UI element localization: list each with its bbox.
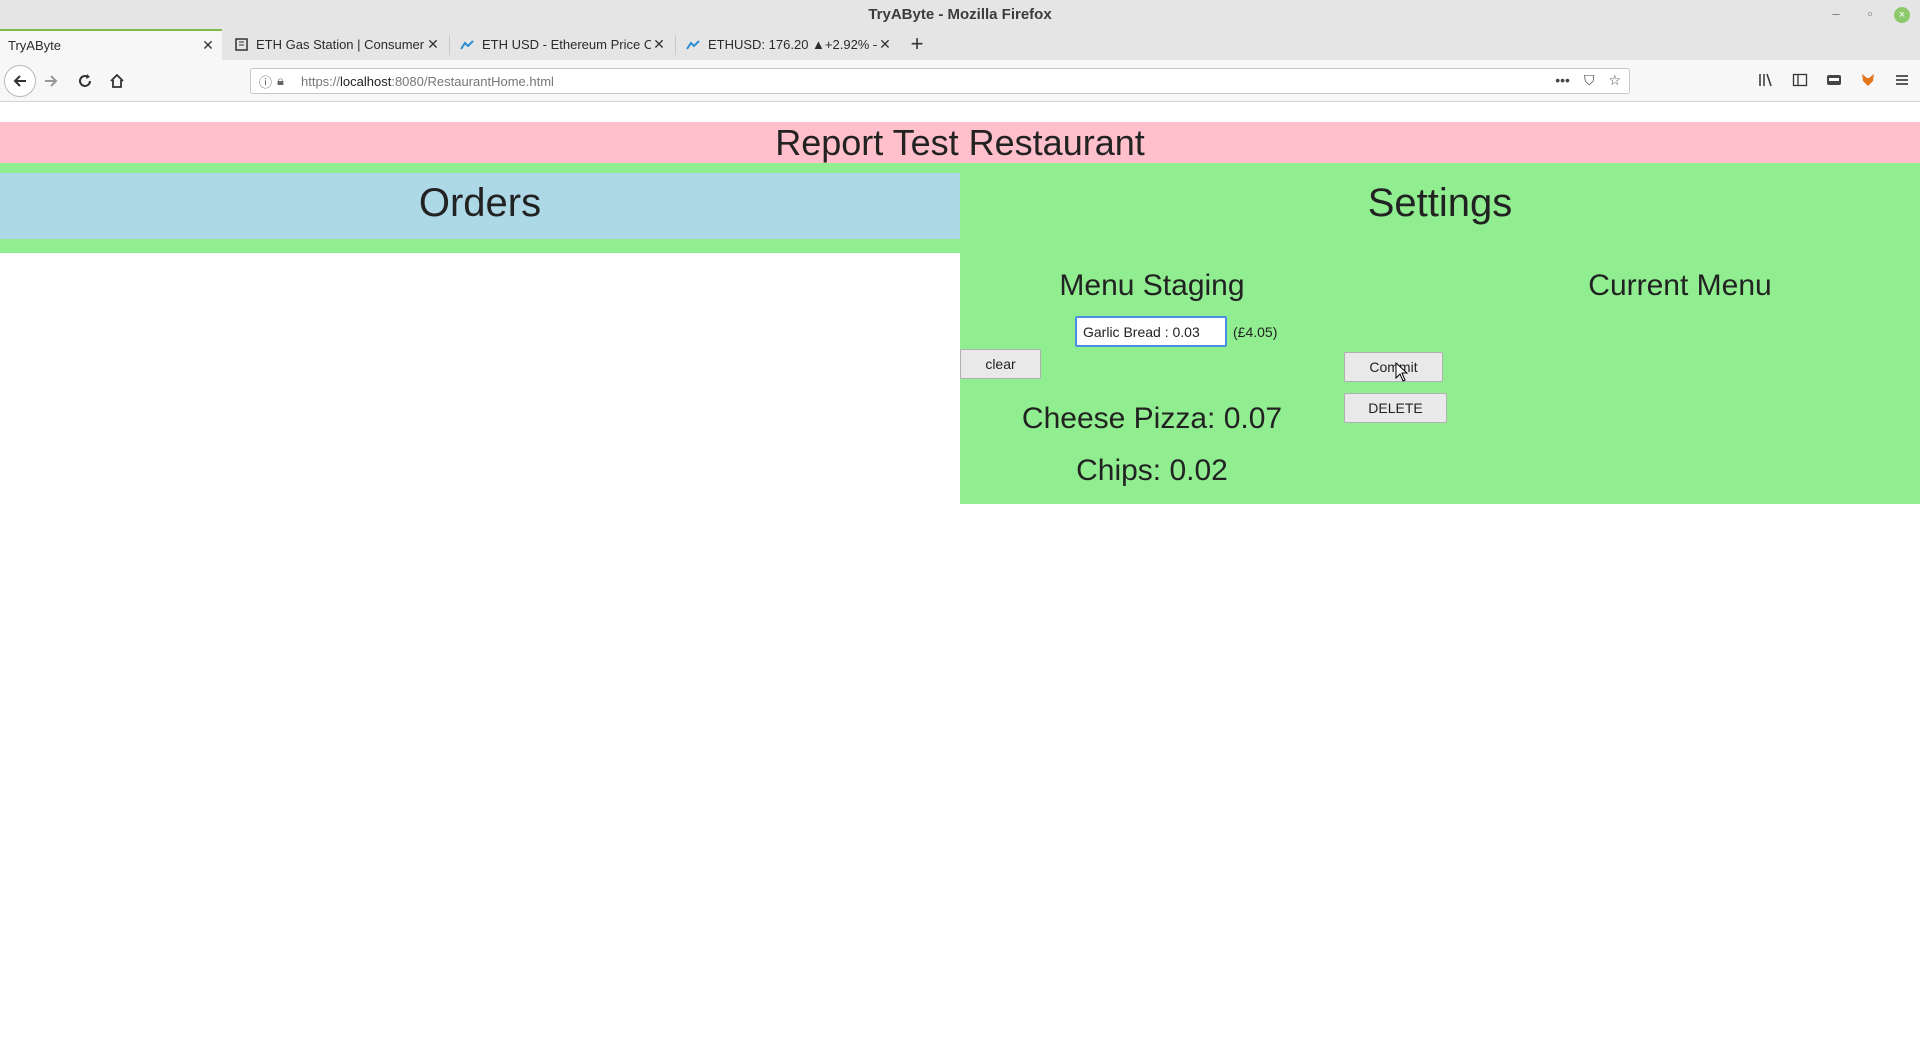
url-path: :8080/RestaurantHome.html — [391, 73, 554, 89]
back-arrow-icon — [13, 75, 26, 87]
tab-tryabyte[interactable]: TryAByte ✕ — [0, 29, 222, 60]
tab-separator — [675, 35, 676, 55]
home-button[interactable] — [104, 68, 130, 94]
window-titlebar: TryAByte - Mozilla Firefox – ▫ × — [0, 0, 1920, 29]
staged-menu-item: Chips: 0.02 — [1076, 454, 1228, 487]
window-controls: – ▫ × — [1826, 4, 1910, 24]
extension-icon[interactable] — [1824, 70, 1844, 90]
tab-label: ETH Gas Station | Consumer — [256, 37, 425, 52]
page-content: Report Test Restaurant Orders Settings M… — [0, 102, 1920, 1040]
delete-button[interactable]: DELETE — [1344, 393, 1447, 423]
settings-title: Settings — [1367, 181, 1513, 225]
lock-warning-icon[interactable]: 🔒︎ — [277, 73, 295, 89]
url-bar[interactable]: ⓘ 🔒︎ https://localhost:8080/RestaurantHo… — [250, 68, 1630, 94]
back-button[interactable] — [4, 65, 36, 97]
mouse-cursor-icon — [1395, 362, 1409, 382]
current-menu-title: Current Menu — [1588, 269, 1772, 302]
tab-eth-gas-station[interactable]: ETH Gas Station | Consumer ✕ — [225, 29, 447, 60]
tab-close-icon[interactable]: ✕ — [651, 36, 667, 53]
document-icon — [233, 37, 249, 53]
forward-arrow-icon — [45, 75, 58, 87]
url-scheme: https:// — [301, 73, 341, 89]
metamask-fox-icon[interactable] — [1858, 70, 1878, 90]
tab-ethusd-ticker[interactable]: ETHUSD: 176.20 ▲+2.92% — ✕ — [677, 29, 899, 60]
bookmark-star-icon[interactable]: ☆ — [1608, 72, 1621, 89]
gbp-price-label: (£4.05) — [1233, 324, 1278, 340]
pocket-icon[interactable]: ⛉ — [1584, 72, 1595, 89]
menu-staging-title: Menu Staging — [1059, 269, 1245, 302]
orders-title: Orders — [0, 173, 960, 239]
toolbar-right — [1756, 70, 1912, 90]
tab-label: TryAByte — [8, 38, 61, 53]
commit-button[interactable]: Commit — [1344, 352, 1443, 382]
page-actions-icon[interactable]: ••• — [1555, 72, 1570, 89]
tab-eth-usd-chart[interactable]: ETH USD - Ethereum Price Ch ✕ — [451, 29, 673, 60]
tab-close-icon[interactable]: ✕ — [425, 36, 441, 53]
reload-button[interactable] — [72, 68, 98, 94]
settings-panel: Settings Menu Staging Current Menu (£4.0… — [960, 163, 1920, 504]
home-icon — [110, 73, 124, 88]
clear-button[interactable]: clear — [960, 349, 1041, 379]
url-actions: ••• ⛉ ☆ — [1555, 72, 1621, 89]
orders-panel: Orders — [0, 163, 960, 253]
tab-bar: TryAByte ✕ ETH Gas Station | Consumer ✕ … — [0, 29, 1920, 60]
close-window-icon[interactable]: × — [1894, 7, 1910, 23]
tab-separator — [449, 35, 450, 55]
info-icon[interactable]: ⓘ — [259, 72, 277, 91]
new-tab-icon[interactable]: + — [903, 31, 931, 59]
minimize-icon[interactable]: – — [1826, 4, 1846, 24]
hamburger-menu-icon[interactable] — [1892, 70, 1912, 90]
tab-close-icon[interactable]: ✕ — [877, 36, 893, 53]
library-icon[interactable] — [1756, 70, 1776, 90]
window-title: TryAByte - Mozilla Firefox — [868, 6, 1052, 23]
tab-close-icon[interactable]: ✕ — [200, 37, 216, 54]
url-text: https://localhost:8080/RestaurantHome.ht… — [301, 74, 554, 89]
url-host: localhost — [340, 73, 392, 89]
sidebar-icon[interactable] — [1790, 70, 1810, 90]
forward-button[interactable] — [38, 68, 64, 94]
chart-site-icon — [685, 37, 701, 53]
restaurant-name-header: Report Test Restaurant — [0, 122, 1920, 163]
maximize-icon[interactable]: ▫ — [1860, 4, 1880, 24]
chart-site-icon — [459, 37, 475, 53]
tab-label: ETHUSD: 176.20 ▲+2.92% — — [708, 37, 877, 52]
nav-toolbar: ⓘ 🔒︎ https://localhost:8080/RestaurantHo… — [0, 60, 1920, 102]
tab-label: ETH USD - Ethereum Price Ch — [482, 37, 651, 52]
reload-icon — [79, 74, 91, 87]
menu-item-input[interactable] — [1075, 316, 1227, 347]
staged-menu-item: Cheese Pizza: 0.07 — [1021, 402, 1283, 435]
